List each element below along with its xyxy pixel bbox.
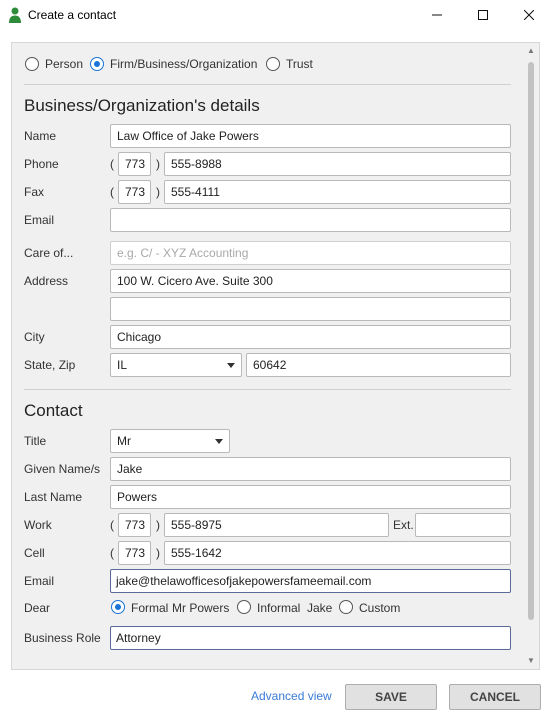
contact-email-input[interactable]: jake@thelawofficesofjakepowersfameemail.… (110, 569, 511, 593)
business-role-input[interactable]: Attorney (110, 626, 511, 650)
business-section-title: Business/Organization's details (24, 96, 260, 115)
ext-label: Ext. (393, 518, 414, 532)
radio-dear-informal[interactable] (237, 600, 251, 614)
title-label: Title (24, 434, 47, 448)
last-name-label: Last Name (24, 490, 83, 504)
minimize-button[interactable] (414, 0, 460, 30)
radio-trust-label: Trust (286, 57, 313, 71)
city-label: City (24, 330, 45, 344)
business-email-input[interactable] (110, 208, 511, 232)
fax-area-input[interactable]: 773 (118, 180, 151, 204)
cell-number-input[interactable]: 555-1642 (164, 541, 511, 565)
address-line1-input[interactable]: 100 W. Cicero Ave. Suite 300 (110, 269, 511, 293)
cell-label: Cell (24, 546, 45, 560)
dear-label: Dear (24, 601, 51, 615)
chevron-down-icon (227, 363, 235, 368)
work-number-input[interactable]: 555-8975 (164, 513, 389, 537)
dear-informal-label: Informal (257, 601, 301, 615)
radio-dear-formal[interactable] (111, 600, 125, 614)
contact-email-label: Email (24, 574, 55, 588)
paren-open: ( (110, 518, 114, 532)
business-role-label: Business Role (24, 631, 101, 645)
name-label: Name (24, 129, 57, 143)
cancel-button[interactable]: CANCEL (449, 684, 541, 710)
dear-informal-detail: Jake (307, 601, 333, 615)
person-icon (9, 7, 21, 23)
title-bar: Create a contact (0, 0, 552, 30)
advanced-view-link[interactable]: Advanced view (251, 689, 332, 703)
city-input[interactable]: Chicago (110, 325, 511, 349)
paren-close: ) (156, 157, 160, 171)
work-label: Work (24, 518, 52, 532)
state-zip-label: State, Zip (24, 358, 76, 372)
radio-firm[interactable] (90, 57, 104, 71)
radio-firm-label: Firm/Business/Organization (110, 57, 258, 71)
given-name-label: Given Name/s (24, 462, 101, 476)
paren-open: ( (110, 546, 114, 560)
chevron-down-icon (215, 439, 223, 444)
divider (24, 389, 511, 390)
close-icon (524, 10, 534, 20)
phone-number-input[interactable]: 555-8988 (164, 152, 511, 176)
radio-trust[interactable] (266, 57, 280, 71)
care-of-label: Care of... (24, 246, 74, 260)
title-value: Mr (117, 434, 131, 448)
last-name-input[interactable]: Powers (110, 485, 511, 509)
address-label: Address (24, 274, 69, 288)
given-name-input[interactable]: Jake (110, 457, 511, 481)
maximize-button[interactable] (460, 0, 506, 30)
zip-input[interactable]: 60642 (246, 353, 511, 377)
ext-input[interactable] (415, 513, 511, 537)
paren-close: ) (156, 546, 160, 560)
state-select[interactable]: IL (110, 353, 242, 377)
minimize-icon (432, 14, 442, 16)
fax-number-input[interactable]: 555-4111 (164, 180, 511, 204)
radio-dear-custom[interactable] (339, 600, 353, 614)
close-button[interactable] (506, 0, 552, 30)
business-email-label: Email (24, 213, 55, 227)
business-name-input[interactable]: Law Office of Jake Powers (110, 124, 511, 148)
scrollbar-thumb[interactable] (528, 62, 534, 620)
paren-close: ) (156, 185, 160, 199)
phone-area-input[interactable]: 773 (118, 152, 151, 176)
radio-person[interactable] (25, 57, 39, 71)
divider (24, 84, 511, 85)
work-area-input[interactable]: 773 (118, 513, 151, 537)
scroll-down-icon[interactable]: ▼ (526, 657, 536, 665)
paren-close: ) (156, 518, 160, 532)
care-of-input[interactable]: e.g. C/ - XYZ Accounting (110, 241, 511, 265)
phone-label: Phone (24, 157, 59, 171)
cell-area-input[interactable]: 773 (118, 541, 151, 565)
dear-formal-label: Formal (131, 601, 169, 615)
paren-open: ( (110, 185, 114, 199)
window-title: Create a contact (28, 8, 117, 22)
contact-section-title: Contact (24, 401, 83, 420)
dear-custom-label: Custom (359, 601, 401, 615)
dear-formal-detail: Mr Powers (172, 601, 230, 615)
scroll-up-icon[interactable]: ▲ (526, 47, 536, 55)
paren-open: ( (110, 157, 114, 171)
maximize-icon (478, 10, 488, 20)
save-button[interactable]: SAVE (345, 684, 437, 710)
title-select[interactable]: Mr (110, 429, 230, 453)
fax-label: Fax (24, 185, 45, 199)
radio-person-label: Person (45, 57, 84, 71)
address-line2-input[interactable] (110, 297, 511, 321)
state-value: IL (117, 358, 128, 372)
